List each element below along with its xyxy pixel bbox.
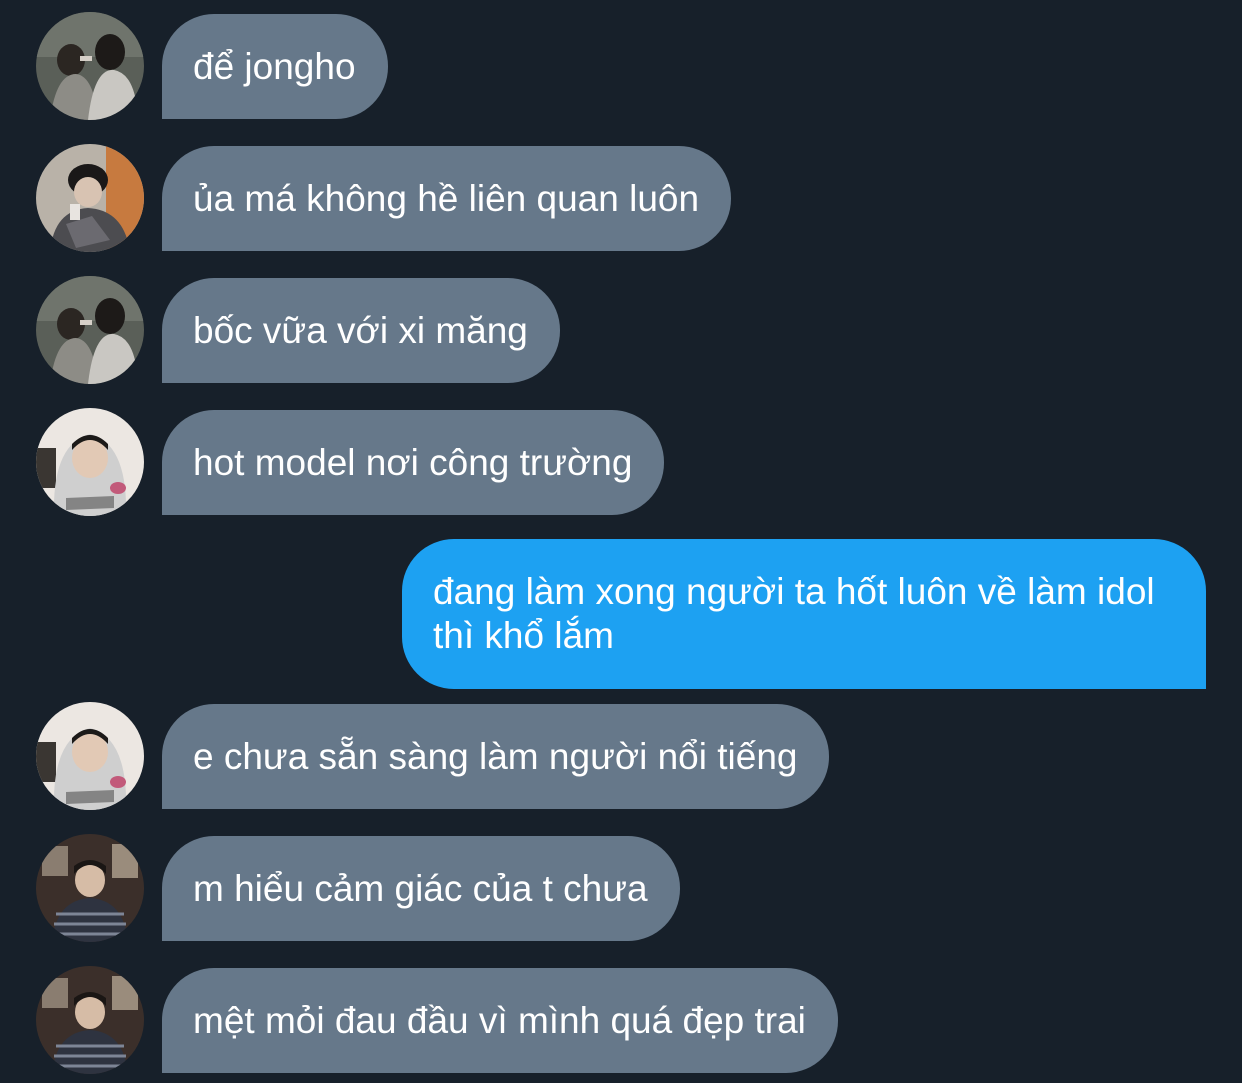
avatar-cap-boy-photo[interactable] bbox=[36, 144, 144, 252]
message-bubble-incoming[interactable]: e chưa sẵn sàng làm người nổi tiếng bbox=[162, 704, 830, 809]
message-bubble-incoming[interactable]: m hiểu cảm giác của t chưa bbox=[162, 836, 680, 941]
message-bubble-incoming[interactable]: bốc vữa với xi măng bbox=[162, 278, 560, 383]
avatar-striped-sweater-photo[interactable] bbox=[36, 966, 144, 1074]
message-text: e chưa sẵn sàng làm người nổi tiếng bbox=[193, 735, 798, 777]
message-text: m hiểu cảm giác của t chưa bbox=[193, 867, 648, 909]
message-text: đang làm xong người ta hốt luôn về làm i… bbox=[433, 571, 1155, 656]
message-bubble-incoming[interactable]: ủa má không hề liên quan luôn bbox=[162, 146, 732, 251]
message-bubble-outgoing[interactable]: đang làm xong người ta hốt luôn về làm i… bbox=[402, 539, 1206, 689]
message-text: hot model nơi công trường bbox=[193, 441, 633, 483]
message-text: ủa má không hề liên quan luôn bbox=[193, 177, 700, 219]
avatar-hoodie-boy-photo[interactable] bbox=[36, 702, 144, 810]
message-text: bốc vữa với xi măng bbox=[193, 309, 528, 351]
message-text: mệt mỏi đau đầu vì mình quá đẹp trai bbox=[193, 999, 806, 1041]
avatar-two-people-photo[interactable] bbox=[36, 276, 144, 384]
avatar-striped-sweater-photo[interactable] bbox=[36, 834, 144, 942]
avatar-two-people-photo[interactable] bbox=[36, 12, 144, 120]
message-bubble-incoming[interactable]: để jongho bbox=[162, 14, 388, 119]
message-bubble-incoming[interactable]: mệt mỏi đau đầu vì mình quá đẹp trai bbox=[162, 968, 838, 1073]
message-text: để jongho bbox=[193, 45, 356, 87]
avatar-hoodie-boy-photo[interactable] bbox=[36, 408, 144, 516]
message-bubble-incoming[interactable]: hot model nơi công trường bbox=[162, 410, 665, 515]
